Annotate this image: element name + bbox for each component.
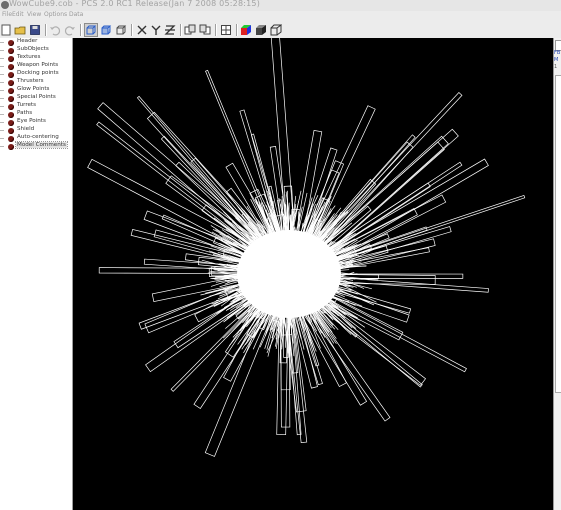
window-title: WowCube9.cob - PCS 2.0 RC1 Release(Jan 7…: [9, 0, 261, 8]
tree-item-label: Special Points: [17, 94, 56, 100]
app-icon: [1, 1, 9, 9]
tree-expander[interactable]: [0, 90, 4, 91]
toolbar-separator: [215, 24, 217, 36]
tree-item-label: Docking points: [17, 70, 59, 76]
tree-item-label: Turrets: [17, 102, 37, 108]
save-disk-icon[interactable]: [29, 24, 41, 36]
node-bullet-icon: [8, 48, 14, 54]
tree-item-label: Model Comments: [15, 141, 68, 149]
undo-icon[interactable]: [49, 24, 61, 36]
3d-viewport[interactable]: [73, 38, 553, 510]
render-solid-color-icon[interactable]: [240, 24, 252, 36]
node-bullet-icon: [8, 120, 14, 126]
grid-toggle-icon[interactable]: [220, 24, 232, 36]
view-top-cube-icon[interactable]: [115, 24, 127, 36]
panel-text-line: 1: [554, 64, 558, 70]
redo-icon[interactable]: [64, 24, 76, 36]
tree-item-turrets[interactable]: Turrets: [0, 102, 72, 111]
open-folder-icon[interactable]: [14, 24, 26, 36]
axis-z-icon[interactable]: [164, 24, 176, 36]
tree-expander[interactable]: [0, 50, 4, 51]
tree-expander[interactable]: [0, 106, 4, 107]
node-bullet-icon: [8, 104, 14, 110]
node-bullet-icon: [8, 72, 14, 78]
tree-expander[interactable]: [0, 82, 4, 83]
menu-view[interactable]: View: [27, 11, 41, 18]
axis-y-icon[interactable]: [150, 24, 162, 36]
tree-expander[interactable]: [0, 146, 4, 147]
snap-a-icon[interactable]: [184, 24, 196, 36]
tree-item-label: Glow Points: [17, 86, 50, 92]
node-bullet-icon: [8, 112, 14, 118]
render-textured-icon[interactable]: [255, 24, 267, 36]
panel-text-line: M: [554, 57, 559, 63]
node-bullet-icon: [8, 128, 14, 134]
model-tree: Header SubObjects Textures Weapon Points…: [0, 38, 73, 510]
tree-expander[interactable]: [0, 138, 4, 139]
node-bullet-icon: [8, 96, 14, 102]
node-bullet-icon: [8, 64, 14, 70]
tree-expander[interactable]: [0, 66, 4, 67]
tree-item-label: Header: [17, 38, 38, 44]
menu-file[interactable]: File: [2, 11, 12, 18]
tree-expander[interactable]: [0, 130, 4, 131]
menu-edit[interactable]: Edit: [12, 11, 24, 18]
tree-item-label: Textures: [17, 54, 41, 60]
node-bullet-icon: [8, 136, 14, 142]
node-bullet-icon: [8, 56, 14, 62]
node-bullet-icon: [8, 80, 14, 86]
tree-item-eye-points[interactable]: Eye Points: [0, 118, 72, 127]
axis-x-icon[interactable]: [136, 24, 148, 36]
snap-b-icon[interactable]: [199, 24, 211, 36]
view-side-cube-icon[interactable]: [100, 24, 112, 36]
wireframe-render: [87, 38, 526, 457]
tree-item-label: Weapon Points: [17, 62, 59, 68]
view-front-cube-icon[interactable]: [84, 23, 98, 37]
toolbar-separator: [80, 24, 82, 36]
node-bullet-icon: [8, 88, 14, 94]
menu-data[interactable]: Data: [69, 11, 83, 18]
properties-panel: FB M 1: [553, 38, 561, 510]
tree-expander[interactable]: [0, 58, 4, 59]
new-file-icon[interactable]: [0, 24, 12, 36]
tree-expander[interactable]: [0, 98, 4, 99]
tree-item-label: Eye Points: [17, 118, 46, 124]
toolbar-separator: [45, 24, 47, 36]
tree-expander[interactable]: [0, 114, 4, 115]
tree-item-label: Auto-centering: [17, 134, 59, 140]
tree-item-label: Paths: [17, 110, 33, 116]
tree-expander[interactable]: [0, 42, 4, 43]
toolbar-separator: [236, 24, 238, 36]
tree-expander[interactable]: [0, 122, 4, 123]
tree-item-label: Thrusters: [17, 78, 44, 84]
toolbar: [0, 22, 561, 39]
tree-item-label: SubObjects: [17, 46, 49, 52]
tree-expander[interactable]: [0, 74, 4, 75]
node-bullet-icon: [8, 40, 14, 46]
node-bullet-icon: [8, 144, 14, 150]
tree-item-label: Shield: [17, 126, 35, 132]
menu-options[interactable]: Options: [44, 11, 67, 18]
panel-text-line: FB: [554, 50, 561, 56]
toolbar-separator: [131, 24, 133, 36]
render-wire-icon[interactable]: [270, 24, 282, 36]
toolbar-separator: [180, 24, 182, 36]
tree-item-model-comments[interactable]: Model Comments: [0, 141, 72, 151]
panel-field-box[interactable]: [555, 75, 561, 393]
